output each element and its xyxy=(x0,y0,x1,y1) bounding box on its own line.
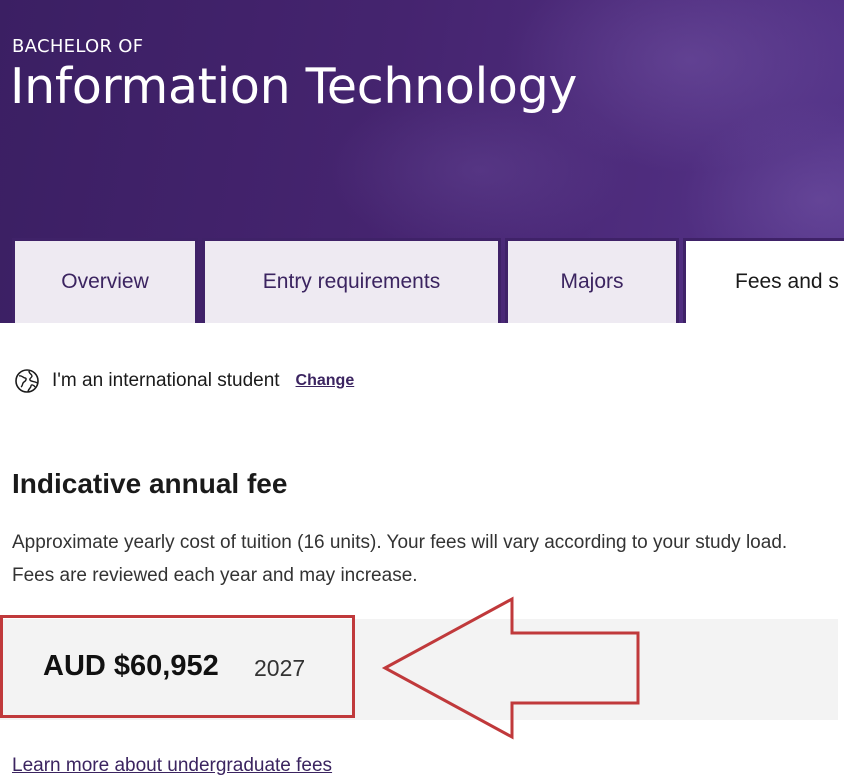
degree-eyebrow: BACHELOR OF xyxy=(12,36,144,57)
tab-entry-requirements[interactable]: Entry requirements xyxy=(202,238,501,323)
annotation-highlight-box xyxy=(0,615,355,718)
fee-description: Approximate yearly cost of tuition (16 u… xyxy=(12,532,788,586)
tab-majors[interactable]: Majors xyxy=(505,238,679,323)
annotation-arrow-icon xyxy=(381,596,640,740)
tab-fees-and-scholarships[interactable]: Fees and s xyxy=(683,238,844,323)
course-title: Information Technology xyxy=(10,58,578,115)
course-tabs: Overview Entry requirements Majors Fees … xyxy=(0,238,844,323)
student-type-row: I'm an international student Change xyxy=(14,367,354,395)
tab-overview[interactable]: Overview xyxy=(12,238,198,323)
change-student-type-link[interactable]: Change xyxy=(296,372,355,390)
globe-icon xyxy=(15,369,39,393)
student-type-label: I'm an international student xyxy=(52,370,280,391)
fee-heading: Indicative annual fee xyxy=(12,468,288,499)
learn-more-fees-link[interactable]: Learn more about undergraduate fees xyxy=(12,755,332,777)
